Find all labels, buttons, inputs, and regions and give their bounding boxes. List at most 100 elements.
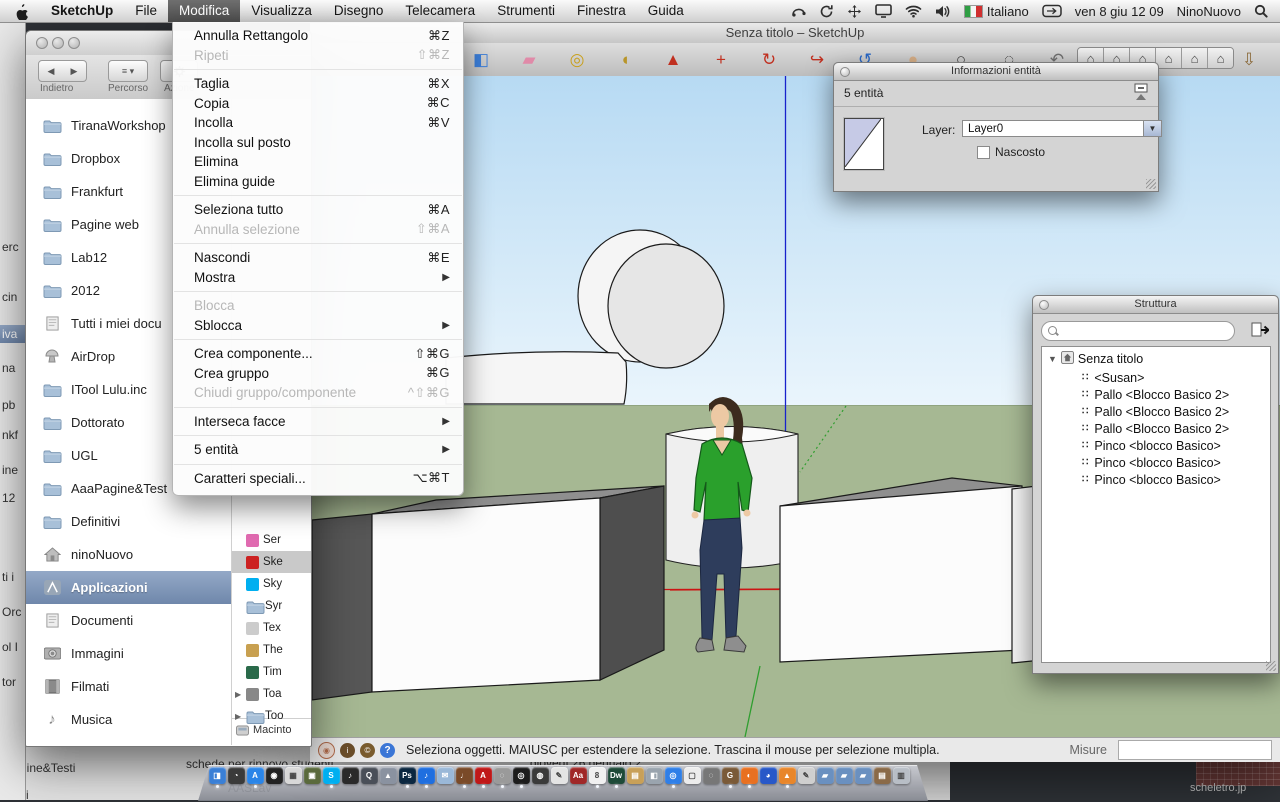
spotlight-icon[interactable]	[1254, 4, 1268, 18]
dock-item-gimp[interactable]: G	[721, 767, 739, 788]
disc-cylinder-face[interactable]	[608, 244, 724, 368]
outliner-item[interactable]: ∷Pallo <Blocco Basico 2>	[1042, 403, 1270, 420]
modem-icon[interactable]	[791, 4, 806, 18]
push-pull-tool-icon[interactable]: ▲	[662, 49, 684, 71]
menu-item-copia[interactable]: Copia⌘C	[173, 94, 463, 114]
tape-measure-tool-icon[interactable]: ◎	[566, 49, 588, 71]
menu-item-seleziona-tutto[interactable]: Seleziona tutto⌘A	[173, 200, 463, 220]
layer-dropdown[interactable]: Layer0 ▼	[962, 120, 1162, 137]
dock-item-finder[interactable]: ◨	[208, 767, 226, 788]
dock-item-itunes[interactable]: ♪	[417, 767, 435, 788]
dock-item-launchpad[interactable]: ▲	[379, 767, 397, 788]
outliner-item[interactable]: ∷<Susan>	[1042, 369, 1270, 386]
chevron-down-icon[interactable]: ▼	[1143, 121, 1161, 136]
collapse-toggle-icon[interactable]	[1134, 83, 1148, 102]
file-row-sky[interactable]: Sky	[232, 573, 311, 595]
dock-item-ical[interactable]: 8	[588, 767, 606, 788]
outliner-filter-button[interactable]	[1249, 320, 1271, 340]
disclosure-triangle-icon[interactable]: ▶	[235, 712, 242, 721]
dock-item-folder-documents[interactable]: ▰	[854, 767, 872, 788]
menu-item-incolla-sul-posto[interactable]: Incolla sul posto	[173, 133, 463, 153]
sidebar-item-documenti[interactable]: Documenti	[26, 604, 231, 637]
menu-item-incolla[interactable]: Incolla⌘V	[173, 113, 463, 133]
sidebar-item-immagini[interactable]: Immagini	[26, 637, 231, 670]
menu-item-crea-gruppo[interactable]: Crea gruppo⌘G	[173, 364, 463, 384]
outliner-item[interactable]: ∷Pallo <Blocco Basico 2>	[1042, 420, 1270, 437]
sidebar-item-musica[interactable]: ♪Musica	[26, 703, 231, 736]
menubar-clock[interactable]: ven 8 giu 12 09	[1075, 4, 1164, 19]
hidden-checkbox[interactable]	[977, 146, 990, 159]
menu-item-crea-componente-[interactable]: Crea componente...⇧⌘G	[173, 344, 463, 364]
menu-strumenti[interactable]: Strumenti	[486, 0, 566, 22]
eraser-tool-icon[interactable]: ▰	[518, 49, 540, 71]
component-tool-icon[interactable]: ◧	[470, 49, 492, 71]
help-icon[interactable]: ?	[380, 743, 395, 758]
dock-item-aperture[interactable]: ◍	[531, 767, 549, 788]
accessibility-icon[interactable]	[847, 4, 862, 19]
user-switch-icon[interactable]	[1042, 4, 1062, 18]
dock-item-safari[interactable]: ◎	[664, 767, 682, 788]
dock-item-trash[interactable]: ▥	[892, 767, 910, 788]
file-row-tex[interactable]: Tex	[232, 617, 311, 639]
file-row-too[interactable]: ▶Too	[232, 705, 311, 727]
wifi-icon[interactable]	[905, 4, 922, 18]
get-models-tool-icon[interactable]: ⇩	[1238, 49, 1260, 71]
paint-bucket-tool-icon[interactable]: ◖	[614, 49, 636, 71]
dock-item-spinner-app[interactable]: ◌	[702, 767, 720, 788]
menu-guida[interactable]: Guida	[637, 0, 695, 22]
rotate-tool-icon[interactable]: ↻	[758, 49, 780, 71]
outliner-item[interactable]: ∷Pallo <Blocco Basico 2>	[1042, 386, 1270, 403]
dock-item-loading-app[interactable]: ◌	[493, 767, 511, 788]
dock-item-folder-user[interactable]: ▰	[835, 767, 853, 788]
dock-item-textedit[interactable]: ✎	[550, 767, 568, 788]
view-left-button[interactable]: ⌂	[1208, 48, 1233, 68]
dock-item-notes[interactable]: ▤	[626, 767, 644, 788]
box-left-dark[interactable]	[312, 514, 372, 700]
display-icon[interactable]	[875, 4, 892, 18]
volume-icon[interactable]	[935, 5, 951, 18]
menu-modifica[interactable]: Modifica	[168, 0, 240, 22]
follow-me-tool-icon[interactable]: ↪	[806, 49, 828, 71]
input-language-menu[interactable]: Italiano	[964, 4, 1029, 19]
dock-item-dictionary[interactable]: Aa	[569, 767, 587, 788]
menu-item-sblocca[interactable]: Sblocca▶	[173, 316, 463, 336]
sidebar-item-applicazioni[interactable]: Applicazioni	[26, 571, 231, 604]
dock-item-itunes-classic[interactable]: ♪	[341, 767, 359, 788]
dock-item-quicktime[interactable]: Q	[360, 767, 378, 788]
close-icon[interactable]	[36, 37, 48, 49]
resize-grip[interactable]	[1266, 661, 1276, 671]
dock-item-system-dial[interactable]: ◉	[265, 767, 283, 788]
outliner-root-row[interactable]: ▼Senza titolo	[1042, 347, 1270, 369]
box-right-front[interactable]	[780, 486, 1022, 662]
dock-item-core-services[interactable]: ◕	[759, 767, 777, 788]
dock-item-mail[interactable]: ✉	[436, 767, 454, 788]
view-right-button[interactable]: ⌂	[1156, 48, 1182, 68]
menu-visualizza[interactable]: Visualizza	[240, 0, 323, 22]
menu-item-caratteri-speciali-[interactable]: Caratteri speciali...⌥⌘T	[173, 469, 463, 489]
dock-item-acrobat[interactable]: A	[474, 767, 492, 788]
close-icon[interactable]	[840, 67, 850, 77]
resize-grip[interactable]	[1146, 179, 1156, 189]
outliner-search-field[interactable]	[1041, 321, 1235, 341]
dock-item-photo-app[interactable]: ▦	[284, 767, 302, 788]
dock-item-app-store[interactable]: A	[246, 767, 264, 788]
menu-item-interseca-facce[interactable]: Interseca facce▶	[173, 412, 463, 432]
slab-cylinder[interactable]	[446, 352, 627, 404]
license-badge-icon[interactable]: ©	[360, 743, 375, 758]
forward-button[interactable]: ▶	[62, 60, 87, 82]
dock-item-stacks[interactable]: ▤	[873, 767, 891, 788]
outliner-item[interactable]: ∷Pinco <blocco Basico>	[1042, 471, 1270, 488]
menu-item-5-entit-[interactable]: 5 entità▶	[173, 440, 463, 460]
menu-file[interactable]: File	[124, 0, 168, 22]
file-row-the[interactable]: The	[232, 639, 311, 661]
file-row-tim[interactable]: Tim	[232, 661, 311, 683]
disclosure-triangle-icon[interactable]: ▶	[235, 690, 242, 699]
geo-badge-icon[interactable]: ◉	[318, 742, 335, 759]
dock-item-photoshop[interactable]: Ps	[398, 767, 416, 788]
disclosure-triangle-icon[interactable]: ▼	[1048, 354, 1057, 364]
dock-item-dreamweaver[interactable]: Dw	[607, 767, 625, 788]
move-tool-icon[interactable]: +	[710, 49, 732, 71]
menu-item-elimina-guide[interactable]: Elimina guide	[173, 172, 463, 192]
menu-item-taglia[interactable]: Taglia⌘X	[173, 74, 463, 94]
menu-item-mostra[interactable]: Mostra▶	[173, 268, 463, 288]
